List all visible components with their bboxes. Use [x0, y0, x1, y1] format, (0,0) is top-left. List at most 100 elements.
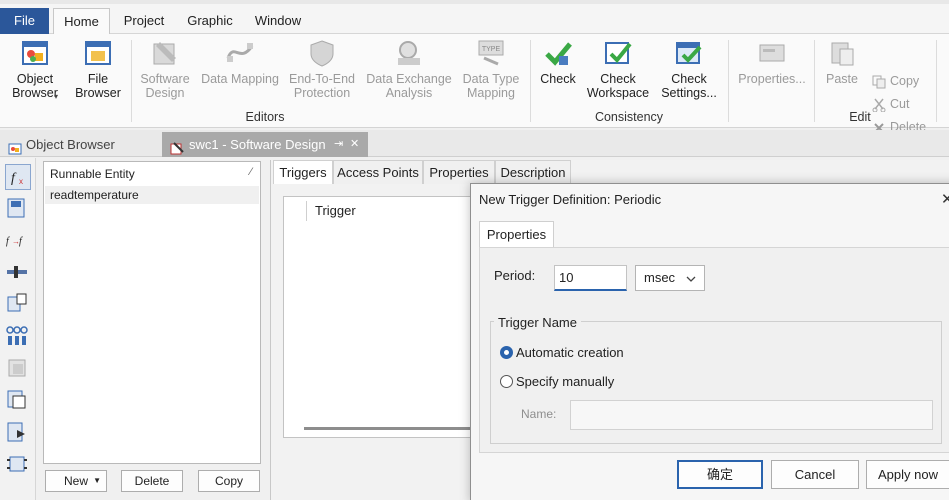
software-design-button[interactable]: Software Design: [136, 38, 194, 100]
svg-text:f: f: [19, 236, 23, 247]
ribbon-separator: [728, 40, 729, 122]
menu-graphic[interactable]: Graphic: [180, 8, 240, 34]
copy-icon: [872, 75, 886, 89]
title-strip: [0, 0, 949, 4]
menu-window[interactable]: Window: [248, 8, 308, 34]
left-toolbar: fx f → f: [0, 158, 36, 500]
list-item[interactable]: readtemperature: [45, 186, 259, 204]
check-settings-label: Check Settings...: [661, 72, 717, 100]
chevron-down-icon[interactable]: ▼: [93, 471, 101, 491]
ok-button[interactable]: 确定: [677, 460, 763, 489]
software-design-icon: [150, 38, 180, 68]
paste-icon: [827, 38, 857, 68]
shield-icon: [307, 38, 337, 68]
file-browser-icon: [83, 38, 113, 68]
period-input[interactable]: 10: [554, 265, 627, 291]
data-exchange-label: Data Exchange Analysis: [366, 72, 452, 100]
copy-runnable-button[interactable]: Copy: [198, 470, 260, 492]
runnable-entity-header: Runnable Entity: [50, 167, 135, 181]
data-type-mapping-button[interactable]: TYPE Data Type Mapping: [460, 38, 522, 100]
specify-manually-label[interactable]: Specify manually: [516, 374, 614, 389]
tab-description[interactable]: Description: [495, 160, 571, 184]
tab-software-design-label: swc1 - Software Design: [189, 137, 326, 152]
menu-home[interactable]: Home: [53, 8, 110, 35]
column-resize-handle[interactable]: ⁄: [250, 166, 252, 178]
automatic-creation-radio[interactable]: [500, 346, 513, 359]
check-button[interactable]: Check: [536, 38, 580, 86]
svg-text:f: f: [11, 171, 17, 186]
trigger-table: Trigger: [283, 196, 483, 438]
software-design-label: Software Design: [140, 72, 190, 100]
file-browser-label: File Browser: [75, 72, 121, 100]
component-check-icon[interactable]: [5, 292, 31, 318]
data-exchange-button[interactable]: Data Exchange Analysis: [364, 38, 454, 100]
period-label: Period:: [494, 268, 536, 283]
apply-now-button[interactable]: Apply now: [866, 460, 949, 489]
connector-icon[interactable]: [5, 260, 31, 286]
name-input[interactable]: [570, 400, 933, 430]
object-browser-icon: [20, 38, 50, 68]
object-browser-icon: [8, 139, 22, 155]
paste-button[interactable]: Paste: [820, 38, 864, 86]
svg-text:f: f: [6, 236, 10, 247]
cut-label: Cut: [890, 97, 910, 111]
menu-bar: File Home Project Graphic Window: [0, 0, 949, 35]
copy-label: Copy: [890, 74, 920, 88]
paste-label: Paste: [826, 72, 858, 86]
ribbon-separator: [936, 40, 937, 122]
check-settings-button[interactable]: Check Settings...: [656, 38, 722, 100]
check-workspace-icon: [603, 38, 633, 68]
tab-software-design[interactable]: swc1 - Software Design ⇥ ✕: [162, 132, 368, 157]
unit-select-value: msec: [644, 270, 676, 285]
automatic-creation-label[interactable]: Automatic creation: [516, 345, 624, 360]
save-component-icon[interactable]: [5, 196, 31, 222]
new-button[interactable]: New ▼: [45, 470, 107, 492]
component-list-icon[interactable]: [5, 420, 31, 446]
object-browser-button[interactable]: Object Browser: [6, 38, 64, 100]
cancel-button[interactable]: Cancel: [771, 460, 859, 489]
object-browser-dropdown-icon[interactable]: ▾: [54, 92, 58, 101]
specify-manually-radio[interactable]: [500, 375, 513, 388]
menu-file[interactable]: File: [0, 8, 49, 34]
unit-select[interactable]: msec: [635, 265, 705, 291]
check-workspace-label: Check Workspace: [586, 72, 650, 100]
composition-icon[interactable]: [5, 452, 31, 478]
name-label: Name:: [521, 407, 557, 421]
copy-button[interactable]: Copy: [872, 74, 919, 89]
check-settings-icon: [674, 38, 704, 68]
ribbon-separator: [131, 40, 132, 122]
type-mapping-icon: TYPE: [476, 38, 506, 68]
close-icon[interactable]: ✕: [941, 190, 949, 208]
tab-object-browser-label: Object Browser: [26, 137, 115, 152]
tab-triggers[interactable]: Triggers: [273, 160, 333, 184]
data-mapping-button[interactable]: Data Mapping: [200, 38, 280, 86]
function-tool-icon[interactable]: fx: [5, 164, 31, 190]
ribbon-separator: [814, 40, 815, 122]
pin-icon[interactable]: ⇥: [334, 132, 343, 157]
properties-icon: [757, 38, 787, 68]
tab-dialog-properties[interactable]: Properties: [479, 221, 554, 247]
ports-icon[interactable]: [5, 324, 31, 350]
tab-access-points[interactable]: Access Points: [333, 160, 423, 184]
end-to-end-button[interactable]: End-To-End Protection: [286, 38, 358, 100]
tab-object-browser[interactable]: Object Browser: [0, 132, 158, 157]
file-browser-button[interactable]: File Browser: [70, 38, 126, 100]
properties-label: Properties...: [738, 72, 806, 86]
data-type-mapping-label: Data Type Mapping: [462, 72, 520, 100]
delete-runnable-button[interactable]: Delete: [121, 470, 183, 492]
database-icon[interactable]: [5, 356, 31, 382]
layers-icon[interactable]: [5, 388, 31, 414]
horizontal-scrollbar[interactable]: [304, 427, 474, 430]
check-workspace-button[interactable]: Check Workspace: [586, 38, 650, 100]
check-icon: [543, 38, 573, 68]
type-badge-text: TYPE: [482, 46, 501, 53]
function-mapping-icon[interactable]: f → f: [5, 228, 31, 254]
close-icon[interactable]: ✕: [350, 132, 359, 157]
magnifier-icon: [394, 38, 424, 68]
tab-properties[interactable]: Properties: [423, 160, 495, 184]
properties-button[interactable]: Properties...: [734, 38, 810, 86]
data-mapping-label: Data Mapping: [201, 72, 279, 86]
menu-project[interactable]: Project: [114, 8, 174, 34]
trigger-name-group-title: Trigger Name: [494, 315, 581, 330]
ribbon-separator: [530, 40, 531, 122]
